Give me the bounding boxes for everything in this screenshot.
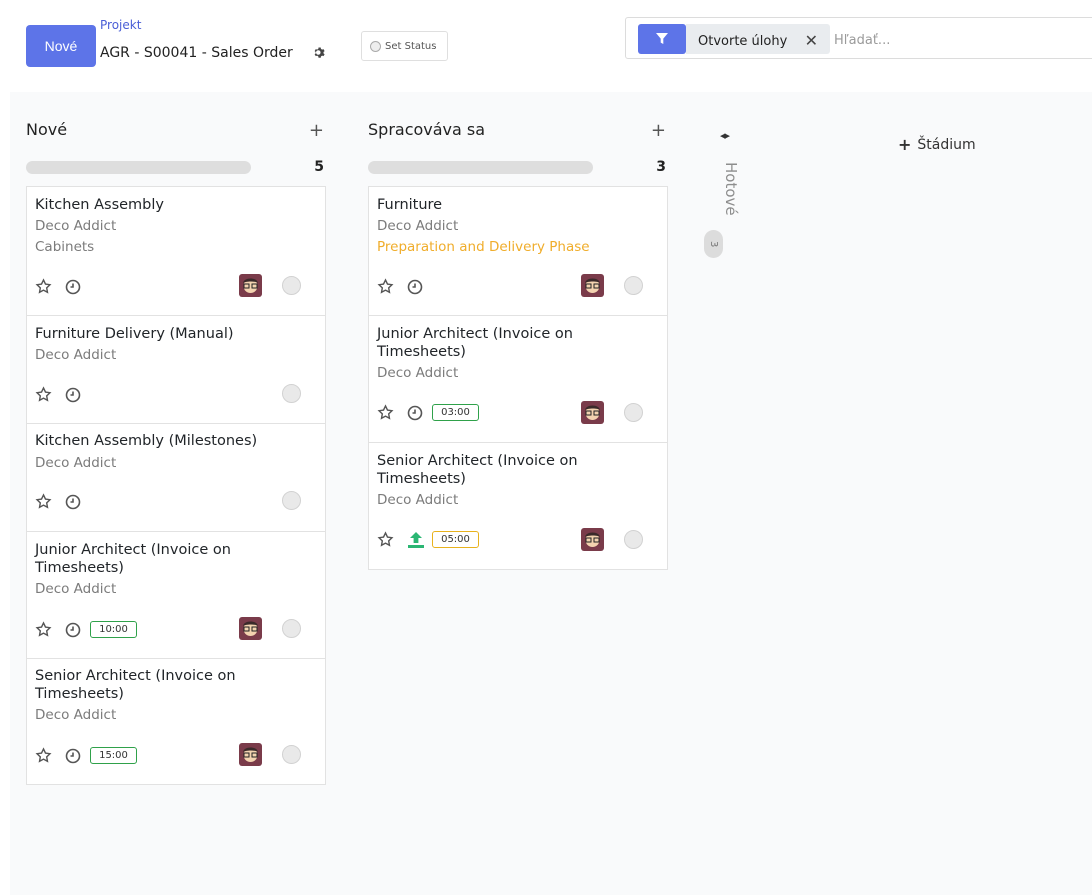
- clock-icon[interactable]: [65, 279, 81, 295]
- breadcrumb-title: AGR - S00041 - Sales Order: [100, 45, 293, 61]
- upload-icon[interactable]: [407, 531, 425, 549]
- kanban-card[interactable]: Furniture Deco Addict Preparation and De…: [369, 187, 667, 316]
- card-title: Senior Architect (Invoice on Timesheets): [35, 668, 236, 702]
- column-count: 5: [314, 159, 324, 175]
- avatar[interactable]: [581, 528, 604, 551]
- card-title: Furniture Delivery (Manual): [35, 326, 234, 342]
- card-title: Kitchen Assembly (Milestones): [35, 433, 258, 449]
- card-list: Kitchen Assembly Deco Addict Cabinets Fu…: [26, 186, 326, 785]
- kanban-state-indicator[interactable]: [282, 276, 301, 295]
- close-icon[interactable]: ✕: [805, 33, 818, 49]
- card-tag: Cabinets: [35, 239, 95, 255]
- star-icon[interactable]: [377, 278, 394, 295]
- search-bar: Otvorte úlohy ✕: [625, 17, 1092, 59]
- kanban-card[interactable]: Junior Architect (Invoice on Timesheets)…: [27, 532, 325, 659]
- breadcrumb-project-link[interactable]: Projekt: [100, 18, 141, 32]
- folded-column-title[interactable]: Hotové: [722, 162, 740, 216]
- column-title: Spracováva sa: [368, 120, 486, 139]
- clock-icon[interactable]: [407, 279, 423, 295]
- card-title: Senior Architect (Invoice on Timesheets): [377, 453, 578, 487]
- column-quick-create-button[interactable]: +: [309, 122, 324, 140]
- card-customer: Deco Addict: [377, 365, 459, 381]
- card-customer: Deco Addict: [35, 218, 117, 234]
- clock-icon[interactable]: [65, 494, 81, 510]
- kanban-card[interactable]: Senior Architect (Invoice on Timesheets)…: [27, 659, 325, 784]
- card-customer: Deco Addict: [377, 492, 459, 508]
- add-stage-label: Štádium: [917, 136, 976, 153]
- card-title: Junior Architect (Invoice on Timesheets): [35, 542, 231, 576]
- star-icon[interactable]: [35, 747, 52, 764]
- kanban-card[interactable]: Furniture Delivery (Manual) Deco Addict: [27, 316, 325, 424]
- status-circle-icon: [370, 40, 381, 52]
- set-status-label: Set Status: [385, 40, 437, 52]
- card-title: Junior Architect (Invoice on Timesheets): [377, 326, 573, 360]
- kanban-card[interactable]: Senior Architect (Invoice on Timesheets)…: [369, 443, 667, 569]
- column-progress-bar[interactable]: [26, 161, 251, 174]
- avatar[interactable]: [239, 743, 262, 766]
- control-panel: Nové Projekt AGR - S00041 - Sales Order …: [0, 0, 1092, 92]
- column-quick-create-button[interactable]: +: [651, 122, 666, 140]
- clock-icon[interactable]: [407, 405, 423, 421]
- set-status-button[interactable]: Set Status: [361, 31, 448, 61]
- card-tag: Preparation and Delivery Phase: [377, 239, 590, 255]
- column-count: 3: [656, 159, 666, 175]
- hours-badge: 05:00: [432, 531, 479, 548]
- kanban-column-in-progress: Spracováva sa + 3 Furniture Deco Addict …: [368, 92, 668, 895]
- card-title: Furniture: [377, 197, 443, 213]
- clock-icon[interactable]: [65, 748, 81, 764]
- star-icon[interactable]: [35, 278, 52, 295]
- clock-icon[interactable]: [65, 387, 81, 403]
- hours-badge: 03:00: [432, 404, 479, 421]
- kanban-state-indicator[interactable]: [282, 384, 301, 403]
- search-input[interactable]: [834, 30, 1084, 50]
- unfold-arrows-icon[interactable]: ◂▸: [720, 129, 730, 142]
- avatar[interactable]: [581, 274, 604, 297]
- filter-facet: Otvorte úlohy ✕: [686, 24, 830, 54]
- kanban-card[interactable]: Junior Architect (Invoice on Timesheets)…: [369, 316, 667, 443]
- card-customer: Deco Addict: [377, 218, 459, 234]
- add-stage-button[interactable]: + Štádium: [898, 135, 976, 154]
- gear-icon[interactable]: [313, 46, 327, 60]
- kanban-card[interactable]: Kitchen Assembly (Milestones) Deco Addic…: [27, 424, 325, 532]
- star-icon[interactable]: [35, 621, 52, 638]
- hours-badge: 15:00: [90, 747, 137, 764]
- folded-column-count: 3: [704, 230, 723, 258]
- plus-icon: +: [898, 135, 912, 154]
- kanban-column-new: Nové + 5 Kitchen Assembly Deco Addict Ca…: [26, 92, 326, 895]
- card-customer: Deco Addict: [35, 581, 117, 597]
- card-title: Kitchen Assembly: [35, 197, 164, 213]
- kanban-state-indicator[interactable]: [624, 530, 643, 549]
- kanban-card[interactable]: Kitchen Assembly Deco Addict Cabinets: [27, 187, 325, 316]
- avatar[interactable]: [581, 401, 604, 424]
- column-progress-bar[interactable]: [368, 161, 593, 174]
- star-icon[interactable]: [35, 493, 52, 510]
- avatar[interactable]: [239, 617, 262, 640]
- card-customer: Deco Addict: [35, 707, 117, 723]
- star-icon[interactable]: [377, 531, 394, 548]
- new-button[interactable]: Nové: [26, 25, 96, 67]
- card-list: Furniture Deco Addict Preparation and De…: [368, 186, 668, 570]
- facet-label: Otvorte úlohy: [698, 34, 788, 49]
- kanban-state-indicator[interactable]: [282, 491, 301, 510]
- clock-icon[interactable]: [65, 622, 81, 638]
- kanban-state-indicator[interactable]: [282, 745, 301, 764]
- filter-toggle-button[interactable]: [638, 24, 686, 54]
- funnel-icon: [656, 33, 668, 44]
- star-icon[interactable]: [377, 404, 394, 421]
- card-customer: Deco Addict: [35, 455, 117, 471]
- kanban-state-indicator[interactable]: [624, 403, 643, 422]
- kanban-board: Nové + 5 Kitchen Assembly Deco Addict Ca…: [10, 92, 1092, 895]
- avatar[interactable]: [239, 274, 262, 297]
- star-icon[interactable]: [35, 386, 52, 403]
- kanban-state-indicator[interactable]: [282, 619, 301, 638]
- column-title: Nové: [26, 120, 68, 139]
- hours-badge: 10:00: [90, 621, 137, 638]
- card-customer: Deco Addict: [35, 347, 117, 363]
- kanban-state-indicator[interactable]: [624, 276, 643, 295]
